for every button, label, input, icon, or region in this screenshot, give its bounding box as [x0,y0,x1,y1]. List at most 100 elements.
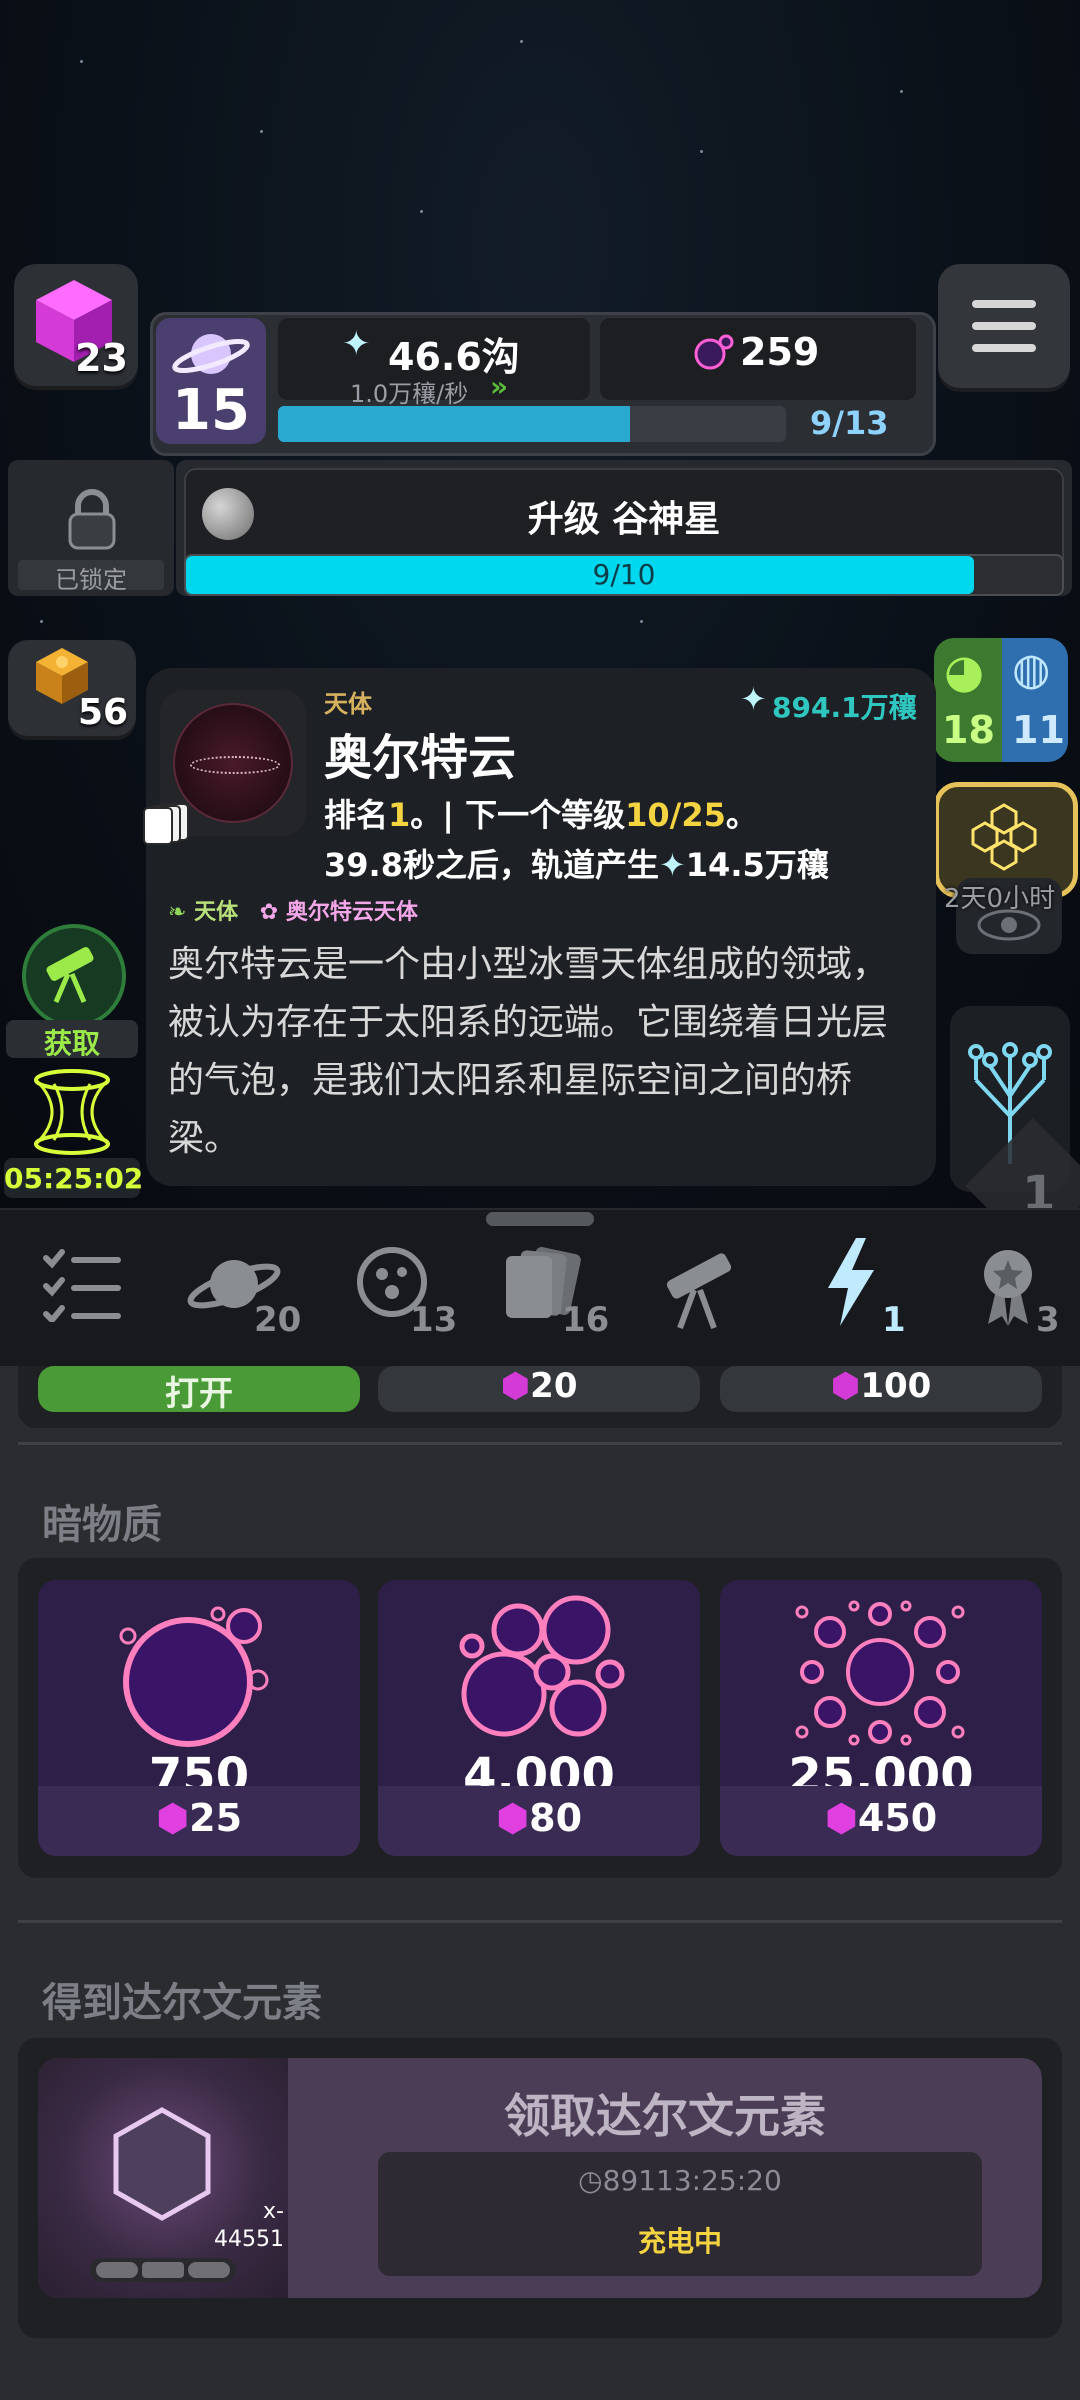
lock-icon [68,489,116,550]
menu-button[interactable] [938,264,1070,388]
card-description: 奥尔特云是一个由小型冰雪天体组成的领域，被认为存在于太阳系的远端。它围绕着日光层… [168,944,889,1159]
open-label: 打开 [165,1374,233,1414]
card-category: 天体 [324,690,372,718]
energy-stat: ✦ 46.6沟 1.0万穰/秒 » [278,318,590,408]
upgrade-progress-text: 9/10 [592,558,656,591]
shop-area: 打开 ⬢20 ⬢100 暗物质 750 ⬢25 4,000 ⬢80 25,000… [0,1366,1080,2400]
sparkle-icon: ✦ [740,680,767,718]
level-suffix: 。 [725,796,758,834]
dino-icon: ◕ [944,644,985,698]
card-value: 894.1万穰 [772,691,917,724]
energy-count: 1 [882,1300,906,1340]
dark-matter-section-title: 暗物质 [42,1502,162,1548]
moons-count: 13 [410,1300,458,1340]
nav-tab-moons[interactable]: 13 [340,1232,470,1350]
awards-count: 3 [1036,1300,1060,1340]
cards-icon [143,803,189,845]
pack-2-price-bar: ⬢80 [378,1786,700,1856]
dark-matter-pack-1[interactable]: 750 ⬢25 [38,1580,360,1856]
premium-cube-button[interactable]: 23 [14,264,138,386]
darwin-timer: 89113:25:20 [602,2164,782,2197]
upgrade-title: 升级 谷神星 [527,499,721,540]
sparkle-icon: ✦ [342,324,371,364]
obtain-label: 获取 [43,1027,100,1060]
nav-tab-telescope[interactable] [646,1232,756,1350]
puzzle-count: 56 [78,692,129,733]
pack-2-price: 80 [529,1796,583,1840]
darwin-item-count: x- 44551 [214,2199,284,2252]
leaf-icon: ❧ [168,900,187,925]
telescope-obtain-button[interactable]: 获取 [6,920,138,1060]
pack-1-price: 25 [189,1796,243,1840]
puzzle-button[interactable]: 56 [8,640,136,736]
wormhole-icon [34,1069,110,1155]
buy-100-content: ⬢100 [720,1366,1042,1406]
saturn-icon [172,334,250,374]
magenta-cube-icon: ⬢ [830,1366,861,1406]
nav-tab-list[interactable] [30,1232,130,1342]
orbit-prefix: 39.8秒之后，轨道产生 [324,846,659,884]
magenta-cube-icon: ⬢ [495,1796,530,1840]
globe-count: 11 [1012,708,1065,752]
card-title: 奥尔特云 [324,730,517,786]
tag-oort: 奥尔特云天体 [285,900,418,925]
buy-20-content: ⬢20 [378,1366,700,1406]
nav-handle[interactable] [486,1212,594,1226]
honeycomb-icon [971,803,1037,871]
globe-icon: ◍ [1012,644,1051,695]
telescope-icon [666,1253,732,1330]
nav-tab-energy[interactable]: 1 [808,1232,918,1350]
darwin-claim-title: 领取达尔文元素 [504,2089,826,2143]
orbit-value: 14.5万穰 [685,846,829,884]
rank-prefix: 排名 [324,796,389,834]
pack-3-price: 450 [857,1796,938,1840]
darwin-timer-row: ◷89113:25:20 [378,2164,982,2197]
darwin-card[interactable]: x- 44551 领取达尔文元素 ◷89113:25:20 充电中 [38,2058,1042,2298]
upgrade-progress-bar: 9/10 [184,554,1064,596]
checklist-icon [43,1249,121,1322]
flower-icon: ✿ [259,900,279,925]
energy-rate: 1.0万穰/秒 [350,380,469,408]
dark-matter-pack-2[interactable]: 4,000 ⬢80 [378,1580,700,1856]
boost-arrows-icon: » [490,370,509,403]
orbit-icon [977,909,1041,941]
orbit-line: 39.8秒之后，轨道产生✦14.5万穰 [324,840,829,886]
dark-matter-orb-icon [119,1606,269,1747]
magenta-cube-icon: ⬢ [824,1796,858,1840]
dark-matter-icon [694,334,734,370]
planet-level-badge[interactable]: 15 [156,318,266,444]
magenta-cube-icon: ⬢ [500,1366,531,1406]
dark-matter-value: 259 [740,330,820,374]
planets-count: 20 [254,1300,302,1340]
award-ribbon-icon [984,1250,1032,1326]
cube-count: 23 [75,336,128,380]
card-tags: ❧ 天体 ✿ 奥尔特云天体 [168,894,418,926]
clock-icon: ◷ [578,2164,603,2197]
level-progress-fill [278,406,630,442]
rank-value: 1 [388,796,411,834]
lightning-icon [828,1238,874,1326]
rank-mid: 。| 下一个等级 [410,796,626,834]
dark-matter-pack-3[interactable]: 25,000 ⬢450 [720,1580,1042,1856]
locked-slot: 已锁定 [8,460,174,596]
level-value: 10/25 [625,796,726,834]
nav-tab-cards[interactable]: 16 [496,1232,626,1350]
locked-label: 已锁定 [55,566,127,594]
pack-1-price-bar: ⬢25 [38,1786,360,1856]
nav-tab-planets[interactable]: 20 [180,1232,310,1350]
level-progress-text: 9/13 [810,404,889,442]
dark-matter-bubbles-icon [459,1595,625,1737]
darwin-section-title: 得到达尔文元素 [42,1980,322,2026]
wormhole-timer-button[interactable]: 05:25:02 [4,1068,144,1200]
cards-count: 16 [562,1300,610,1340]
price-100: 100 [860,1366,932,1406]
sparkle-icon: ✦ [658,846,686,884]
rank-line: 排名1。| 下一个等级10/25。 [324,790,758,836]
nav-tab-awards[interactable]: 3 [960,1232,1070,1350]
dino-globe-button[interactable]: ◕ ◍ 18 11 [934,638,1068,762]
wormhole-timer: 05:25:02 [4,1162,144,1195]
price-20: 20 [530,1366,578,1406]
telescope-icon [46,947,94,1003]
pack-3-price-bar: ⬢450 [720,1786,1042,1856]
magenta-cube-icon: ⬢ [155,1796,190,1840]
